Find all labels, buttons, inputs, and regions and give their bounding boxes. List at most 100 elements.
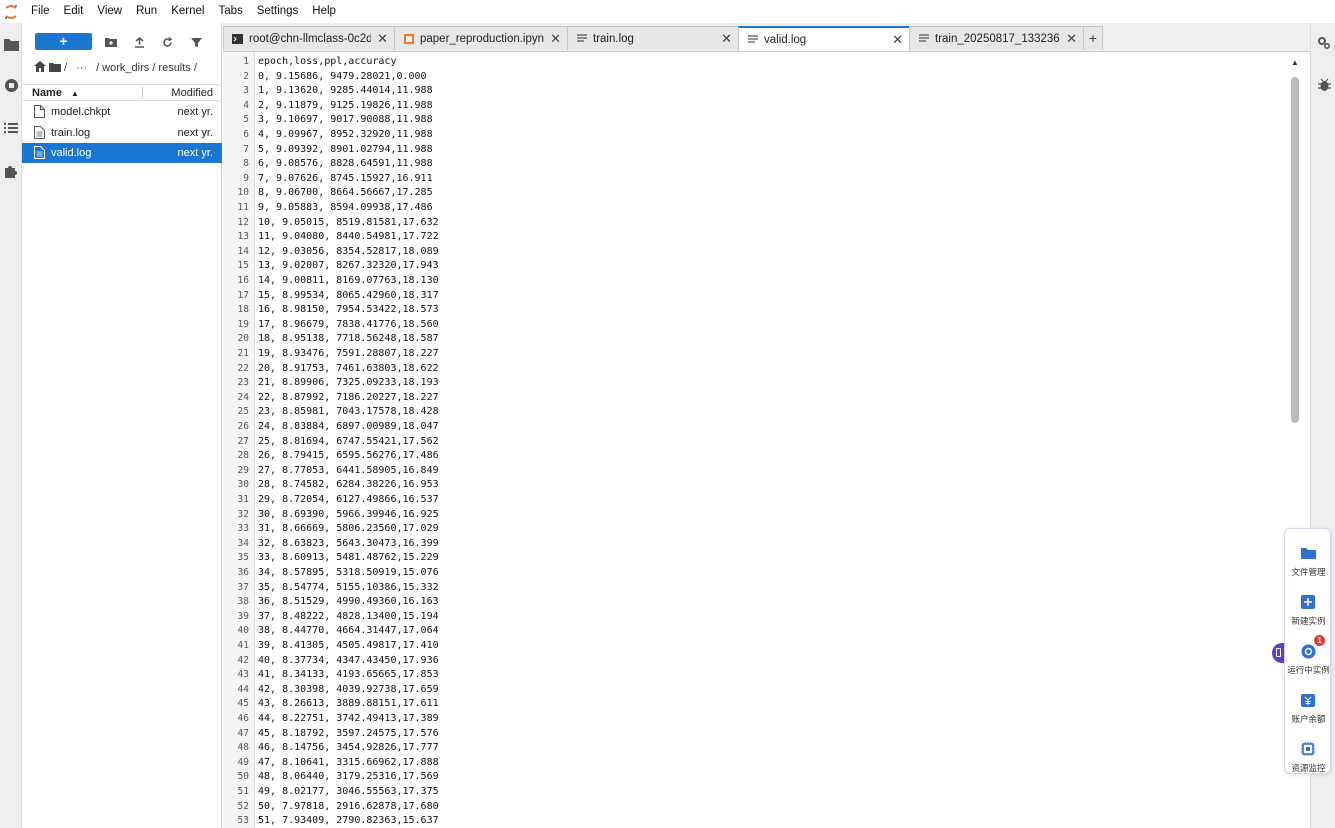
menu-run[interactable]: Run	[129, 0, 164, 23]
account-balance-button[interactable]: 账户余额	[1285, 682, 1332, 728]
breadcrumb-root[interactable]: /	[64, 62, 67, 74]
menu-view[interactable]: View	[90, 0, 129, 23]
code-line: 3, 9.10697, 9017.90088,11.988	[258, 114, 433, 126]
close-icon[interactable]: ✕	[550, 31, 561, 47]
line-number: 16	[237, 275, 249, 286]
file-browser-toolbar: +	[22, 31, 222, 53]
refresh-icon[interactable]	[159, 34, 175, 50]
new-instance-button[interactable]: 新建实例	[1285, 584, 1332, 630]
line-number: 10	[237, 187, 249, 199]
tab-terminal[interactable]: root@chn-llmclass-0c2d72 ✕	[223, 26, 395, 50]
menu-settings[interactable]: Settings	[250, 0, 306, 23]
line-number: 19	[237, 318, 249, 330]
add-tab-button[interactable]: +	[1083, 26, 1103, 50]
new-folder-icon[interactable]	[103, 34, 119, 50]
column-separator[interactable]	[142, 87, 143, 99]
code-line: 42, 8.30398, 4039.92738,17.659	[258, 683, 439, 695]
line-number: 23	[237, 377, 249, 389]
tab-label: root@chn-llmclass-0c2d72	[249, 32, 371, 45]
line-number: 46	[237, 713, 249, 724]
jupyter-logo-icon	[0, 0, 22, 23]
file-modified: next yr.	[177, 106, 213, 118]
close-icon[interactable]: ✕	[721, 31, 732, 47]
close-icon[interactable]: ✕	[377, 31, 388, 47]
text-editor[interactable]: 1 2 3 4 5 6 7 8 9 10 11 12 13 14 15 16 17 18 19 20 21 22 23 24 2…	[223, 51, 1310, 828]
folder-icon[interactable]	[49, 62, 61, 75]
running-kernels-icon[interactable]	[2, 76, 20, 94]
file-icon	[34, 105, 46, 119]
notebook-icon	[403, 33, 414, 44]
filter-icon[interactable]	[188, 34, 204, 50]
file-manager-button[interactable]: 文件管理	[1285, 535, 1332, 581]
upload-icon[interactable]	[131, 34, 147, 50]
scrollbar-thumb[interactable]	[1291, 77, 1299, 423]
folder-icon[interactable]	[2, 35, 20, 53]
line-number-gutter: 1 2 3 4 5 6 7 8 9 10 11 12 13 14 15 16 17 18 19 20 21 22 23 24 2…	[223, 52, 255, 828]
code-line: 18, 8.95138, 7718.56248,18.587	[258, 333, 439, 345]
file-manager-label: 文件管理	[1291, 567, 1326, 577]
extension-puzzle-icon[interactable]	[2, 162, 20, 180]
line-number: 51	[237, 786, 249, 797]
tab-valid-log[interactable]: valid.log ✕	[738, 26, 910, 51]
line-number: 15	[237, 260, 249, 272]
line-number: 5	[243, 114, 249, 126]
line-number: 38	[237, 596, 249, 608]
notification-badge: 1	[1314, 635, 1325, 646]
new-launcher-button[interactable]: +	[35, 33, 92, 50]
breadcrumb-ellipsis[interactable]: ···	[76, 62, 87, 74]
menu-kernel[interactable]: Kernel	[164, 0, 211, 23]
line-number: 28	[237, 450, 249, 462]
line-number: 35	[237, 552, 249, 564]
tab-train-timestamp-log[interactable]: train_20250817_133236.log ✕	[909, 26, 1084, 50]
monitor-icon	[1300, 741, 1316, 757]
close-icon[interactable]: ✕	[892, 32, 903, 48]
code-line: 43, 8.26613, 3889.88151,17.611	[258, 698, 439, 710]
file-row[interactable]: train.log next yr.	[22, 123, 222, 143]
breadcrumb-path[interactable]: / work_dirs / results /	[96, 62, 197, 74]
table-of-contents-icon[interactable]	[2, 119, 20, 137]
file-row[interactable]: model.chkpt next yr.	[22, 102, 222, 122]
close-icon[interactable]: ✕	[1066, 31, 1077, 47]
column-modified-header[interactable]: Modified	[171, 87, 213, 99]
tab-label: paper_reproduction.ipynb	[420, 32, 545, 45]
running-instance-label: 运行中实例	[1287, 665, 1330, 675]
menu-file[interactable]: File	[24, 0, 57, 23]
line-number: 45	[237, 698, 249, 710]
code-line: 37, 8.48222, 4828.13400,15.194	[258, 610, 439, 622]
code-line: 24, 8.83884, 6897.00989,18.047	[258, 421, 439, 432]
debugger-bug-icon[interactable]	[1316, 77, 1332, 93]
tab-train-log[interactable]: train.log ✕	[567, 26, 739, 50]
scroll-up-icon[interactable]: ▲	[1291, 58, 1299, 67]
code-line: 25, 8.81694, 6747.55421,17.562	[258, 435, 439, 447]
balance-icon	[1300, 692, 1316, 708]
running-instance-button[interactable]: 1 运行中实例	[1285, 633, 1332, 679]
code-line: 51, 7.93409, 2790.82363,15.637	[258, 815, 439, 827]
tab-bar: root@chn-llmclass-0c2d72 ✕ paper_reprodu…	[223, 26, 1310, 51]
menu-help[interactable]: Help	[305, 0, 343, 23]
code-line: 16, 8.98150, 7954.53422,18.573	[258, 304, 439, 316]
tab-label: train.log	[593, 32, 634, 45]
file-list-header: Name ▲ Modified	[22, 84, 222, 101]
line-number: 24	[237, 391, 249, 403]
file-row-selected[interactable]: valid.log next yr.	[22, 143, 222, 163]
code-line: 17, 8.96679, 7838.41776,18.560	[258, 318, 439, 330]
resource-monitor-button[interactable]: 资源监控	[1285, 731, 1332, 777]
code-line: 38, 8.44770, 4664.31447,17.064	[258, 625, 439, 637]
line-number: 8	[243, 158, 249, 170]
code-line: 32, 8.63823, 5643.30473,16.399	[258, 537, 439, 549]
home-icon[interactable]	[34, 61, 46, 75]
line-number: 39	[237, 610, 249, 622]
menu-tabs[interactable]: Tabs	[211, 0, 249, 23]
property-inspector-gear-icon[interactable]	[1316, 35, 1332, 51]
menu-edit[interactable]: Edit	[57, 0, 91, 23]
code-line: 41, 8.34133, 4193.65665,17.853	[258, 669, 439, 681]
column-name-header[interactable]: Name ▲	[32, 87, 79, 99]
tab-notebook[interactable]: paper_reproduction.ipynb ✕	[394, 26, 568, 50]
tab-label: train_20250817_133236.log	[935, 32, 1060, 45]
code-line: 40, 8.37734, 4347.43450,17.936	[258, 654, 439, 666]
line-number: 50	[237, 771, 249, 783]
code-line: 9, 9.05883, 8594.09938,17.486	[258, 202, 433, 213]
line-number: 12	[237, 216, 249, 228]
code-line: 0, 9.15686, 9479.28021,0.000	[258, 70, 427, 82]
line-number: 31	[237, 494, 249, 505]
